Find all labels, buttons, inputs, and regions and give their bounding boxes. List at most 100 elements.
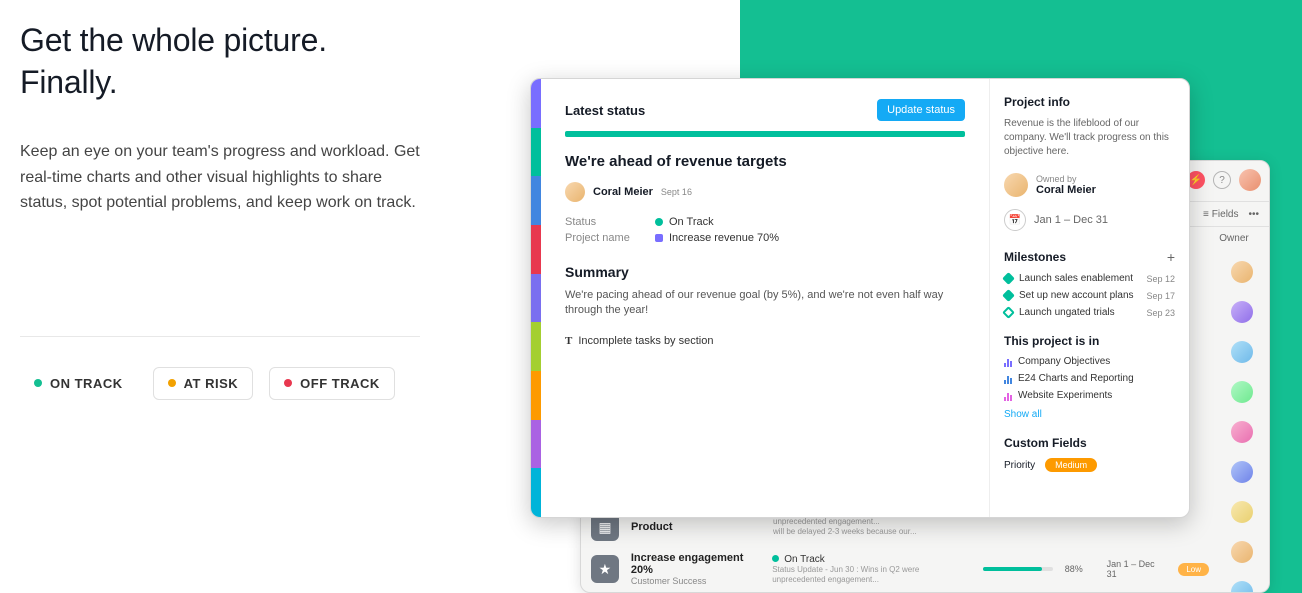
milestone-complete-icon	[1002, 289, 1015, 302]
table-row[interactable]: ★ Increase engagement 20% Customer Succe…	[591, 550, 1209, 588]
avatar[interactable]	[1231, 301, 1253, 323]
avatar[interactable]	[1231, 421, 1253, 443]
portfolio-name: Website Experiments	[1018, 390, 1112, 401]
tab-on-track[interactable]: ON TRACK	[20, 367, 137, 400]
incomplete-tasks-section[interactable]: T Incomplete tasks by section	[565, 335, 965, 347]
row-title: Product	[631, 521, 761, 533]
project-name-value: Increase revenue 70%	[669, 232, 779, 244]
avatar[interactable]	[1231, 381, 1253, 403]
project-owner[interactable]: Owned by Coral Meier	[1004, 173, 1175, 197]
row-subtitle: Customer Success	[631, 576, 760, 586]
milestone-item[interactable]: Set up new account plans Sep 17	[1004, 290, 1175, 301]
milestone-title: Set up new account plans	[1019, 290, 1134, 301]
author-name: Coral Meier	[593, 186, 653, 198]
project-is-in-heading: This project is in	[1004, 334, 1175, 348]
status-tabs: ON TRACK AT RISK OFF TRACK	[20, 367, 420, 400]
avatar[interactable]	[1231, 541, 1253, 563]
portfolio-link[interactable]: E24 Charts and Reporting	[1004, 373, 1175, 384]
hero-description: Keep an eye on your team's progress and …	[20, 139, 420, 216]
project-description: Revenue is the lifeblood of our company.…	[1004, 117, 1175, 159]
bars-icon	[1004, 357, 1012, 367]
row-date: Jan 1 – Dec 31	[1107, 559, 1167, 579]
avatar[interactable]	[1231, 341, 1253, 363]
date-range-value: Jan 1 – Dec 31	[1034, 214, 1108, 226]
table-rows: ▦ Product unprecedented engagement... wi…	[591, 508, 1209, 588]
portfolio-name: Company Objectives	[1018, 356, 1110, 367]
summary-text: We're pacing ahead of our revenue goal (…	[565, 288, 965, 319]
row-status: On Track	[772, 554, 971, 565]
tab-off-track[interactable]: OFF TRACK	[269, 367, 395, 400]
owner-column-header: Owner	[1209, 233, 1259, 244]
project-color-icon	[655, 234, 663, 242]
author-date: Sept 16	[661, 187, 692, 197]
bars-icon	[1004, 374, 1012, 384]
tab-label: OFF TRACK	[300, 376, 380, 391]
status-dot-red-icon	[284, 379, 292, 387]
owner-avatar	[1004, 173, 1028, 197]
milestone-date: Sep 23	[1146, 308, 1175, 318]
status-dot-orange-icon	[168, 379, 176, 387]
latest-status-heading: Latest status	[565, 103, 645, 118]
profile-avatar[interactable]	[1239, 169, 1261, 191]
row-blurb: Status Update - Jun 30 : Wins in Q2 were…	[772, 565, 971, 584]
portfolio-link[interactable]: Website Experiments	[1004, 390, 1175, 401]
divider	[20, 336, 420, 337]
marketing-copy: Get the whole picture. Finally. Keep an …	[20, 20, 420, 400]
project-info-heading: Project info	[1004, 95, 1175, 109]
avatar[interactable]	[1231, 461, 1253, 483]
status-label: Status	[565, 216, 655, 228]
text-t-icon: T	[565, 335, 572, 347]
help-icon[interactable]: ?	[1213, 171, 1231, 189]
custom-field-label: Priority	[1004, 460, 1035, 471]
progress-percent: 88%	[1065, 564, 1095, 574]
milestone-date: Sep 17	[1146, 291, 1175, 301]
priority-pill: Medium	[1045, 458, 1097, 472]
status-update-modal: Latest status Update status We're ahead …	[530, 78, 1190, 518]
fields-button[interactable]: ≡Fields	[1203, 209, 1239, 220]
portfolio-link[interactable]: Company Objectives	[1004, 356, 1175, 367]
project-info-sidebar: Project info Revenue is the lifeblood of…	[989, 79, 1189, 517]
author-row: Coral Meier Sept 16	[565, 182, 965, 202]
milestone-item[interactable]: Launch ungated trials Sep 23	[1004, 307, 1175, 318]
author-avatar[interactable]	[565, 182, 585, 202]
add-milestone-icon[interactable]: +	[1167, 249, 1175, 265]
window-header-icons: ⚡ ?	[1187, 169, 1261, 191]
show-all-link[interactable]: Show all	[1004, 409, 1042, 420]
avatar[interactable]	[1231, 581, 1253, 593]
custom-fields-heading: Custom Fields	[1004, 436, 1175, 450]
priority-pill: Low	[1178, 563, 1209, 576]
milestone-item[interactable]: Launch sales enablement Sep 12	[1004, 273, 1175, 284]
status-headline: We're ahead of revenue targets	[565, 153, 965, 170]
owner-avatars-column	[1231, 261, 1253, 593]
owned-by-label: Owned by	[1036, 174, 1096, 184]
milestone-date: Sep 12	[1146, 274, 1175, 284]
custom-field-row[interactable]: Priority Medium	[1004, 458, 1175, 472]
portfolio-name: E24 Charts and Reporting	[1018, 373, 1134, 384]
avatar[interactable]	[1231, 261, 1253, 283]
more-icon[interactable]: •••	[1248, 209, 1259, 220]
status-value: On Track	[669, 216, 714, 228]
row-blurb: will be delayed 2-3 weeks because our...	[773, 527, 973, 537]
status-dot-green-icon	[34, 379, 42, 387]
project-name-label: Project name	[565, 232, 655, 244]
update-status-button[interactable]: Update status	[877, 99, 965, 121]
tab-label: AT RISK	[184, 376, 239, 391]
color-strip	[531, 79, 541, 517]
hero-title: Get the whole picture. Finally.	[20, 20, 420, 103]
milestone-title: Launch ungated trials	[1019, 307, 1115, 318]
summary-heading: Summary	[565, 264, 965, 280]
avatar[interactable]	[1231, 501, 1253, 523]
tab-label: ON TRACK	[50, 376, 123, 391]
owner-name: Coral Meier	[1036, 184, 1096, 196]
row-title: Increase engagement 20%	[631, 552, 760, 576]
modal-main: Latest status Update status We're ahead …	[541, 79, 989, 517]
calendar-icon: 📅	[1004, 209, 1026, 231]
project-date-range[interactable]: 📅 Jan 1 – Dec 31	[1004, 209, 1175, 231]
milestone-open-icon	[1002, 306, 1015, 319]
status-progress-bar	[565, 131, 965, 137]
milestone-complete-icon	[1002, 272, 1015, 285]
row-snippet: unprecedented engagement...	[773, 517, 973, 527]
tab-at-risk[interactable]: AT RISK	[153, 367, 254, 400]
project-star-icon: ★	[591, 555, 619, 583]
status-dot-icon	[655, 218, 663, 226]
